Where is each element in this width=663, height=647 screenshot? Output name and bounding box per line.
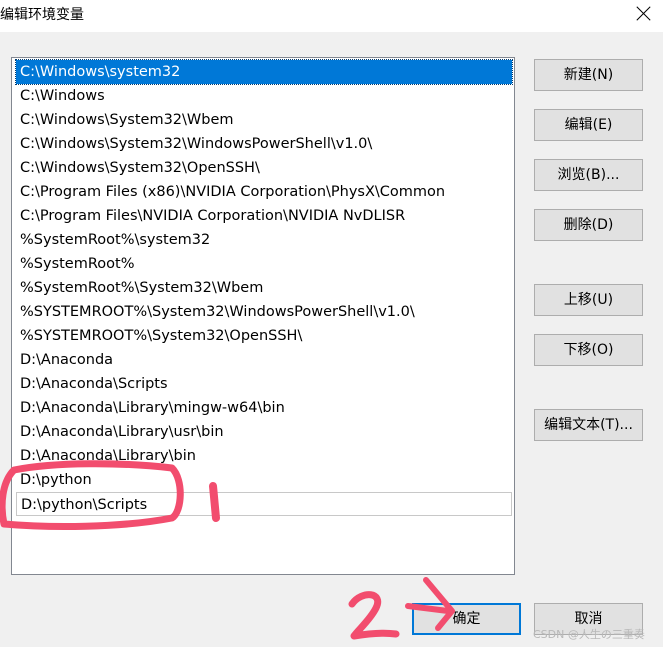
title-bar: 编辑环境变量 — [0, 0, 663, 32]
edit-text-button[interactable]: 编辑文本(T)... — [534, 409, 643, 441]
edit-button[interactable]: 编辑(E) — [534, 109, 643, 141]
path-list[interactable]: C:\Windows\system32 C:\Windows C:\Window… — [11, 57, 515, 575]
list-item[interactable]: C:\Windows\System32\OpenSSH\ — [16, 156, 512, 180]
list-item[interactable]: C:\Windows\System32\Wbem — [16, 108, 512, 132]
list-item[interactable]: D:\python\Scripts — [16, 492, 512, 516]
watermark: CSDN @人生の三重奏 — [533, 628, 645, 641]
window-title: 编辑环境变量 — [0, 7, 84, 23]
list-item[interactable]: D:\Anaconda\Library\usr\bin — [16, 420, 512, 444]
list-item[interactable]: C:\Program Files\NVIDIA Corporation\NVID… — [16, 204, 512, 228]
list-item[interactable]: C:\Program Files (x86)\NVIDIA Corporatio… — [16, 180, 512, 204]
list-item[interactable]: D:\Anaconda\Scripts — [16, 372, 512, 396]
list-item[interactable]: %SystemRoot% — [16, 252, 512, 276]
list-item[interactable]: %SystemRoot%\system32 — [16, 228, 512, 252]
delete-button[interactable]: 删除(D) — [534, 209, 643, 241]
list-item[interactable]: %SystemRoot%\System32\Wbem — [16, 276, 512, 300]
list-item[interactable]: C:\Windows\system32 — [15, 59, 513, 85]
move-up-button[interactable]: 上移(U) — [534, 284, 643, 316]
list-item[interactable]: %SYSTEMROOT%\System32\OpenSSH\ — [16, 324, 512, 348]
browse-button[interactable]: 浏览(B)... — [534, 159, 643, 191]
ok-button[interactable]: 确定 — [412, 603, 521, 635]
list-item[interactable]: D:\Anaconda — [16, 348, 512, 372]
new-button[interactable]: 新建(N) — [534, 59, 643, 91]
close-icon[interactable] — [628, 0, 658, 28]
list-item[interactable]: D:\Anaconda\Library\mingw-w64\bin — [16, 396, 512, 420]
list-item[interactable]: D:\python — [16, 468, 512, 492]
list-item[interactable]: D:\Anaconda\Library\bin — [16, 444, 512, 468]
list-item[interactable]: %SYSTEMROOT%\System32\WindowsPowerShell\… — [16, 300, 512, 324]
list-item[interactable]: C:\Windows\System32\WindowsPowerShell\v1… — [16, 132, 512, 156]
move-down-button[interactable]: 下移(O) — [534, 334, 643, 366]
list-item[interactable]: C:\Windows — [16, 84, 512, 108]
